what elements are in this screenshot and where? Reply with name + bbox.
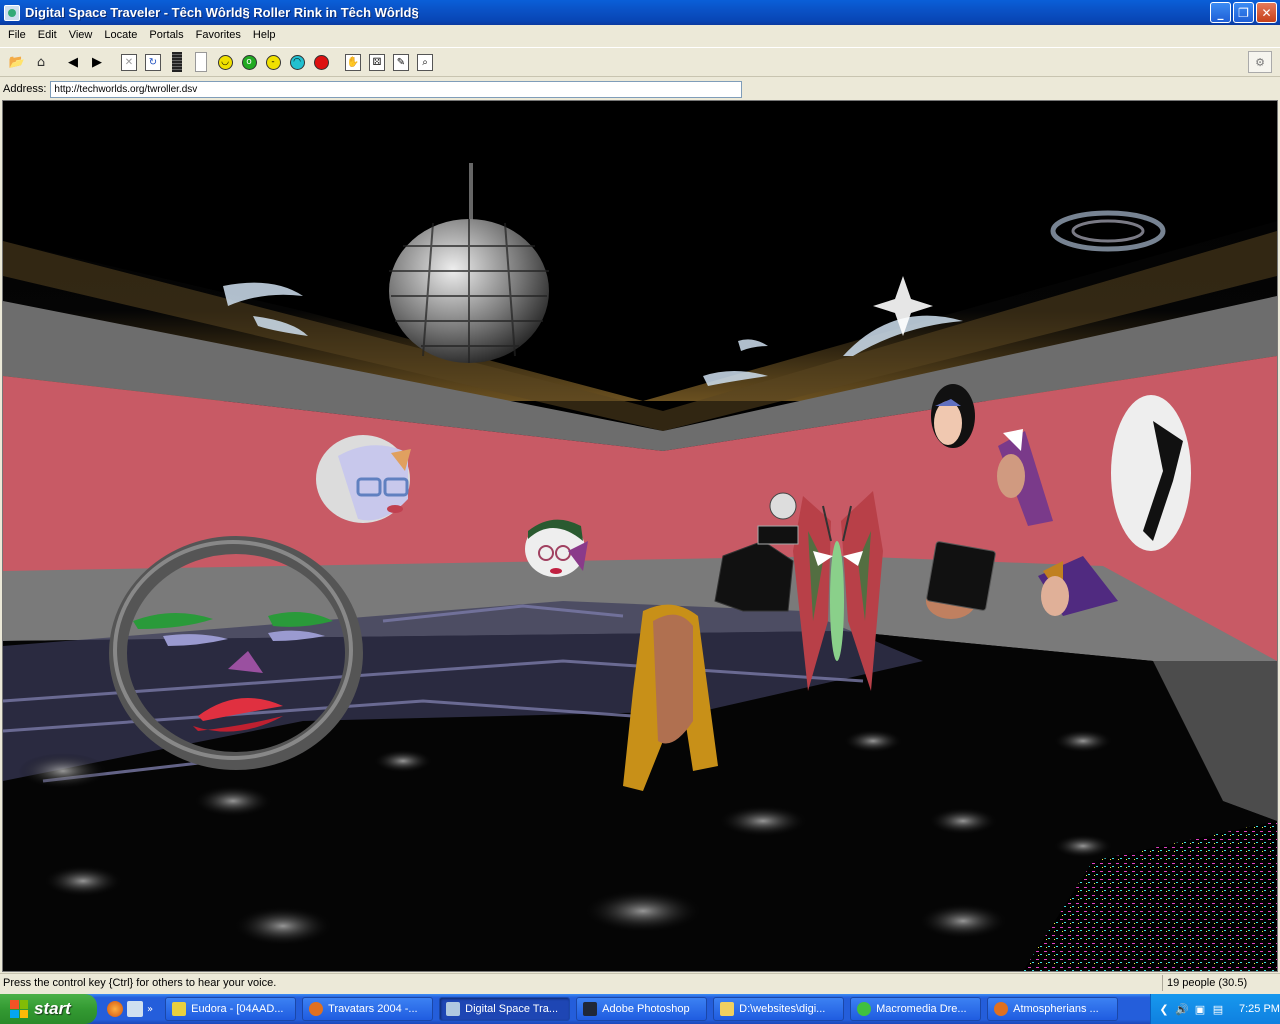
photoshop-icon bbox=[583, 1002, 598, 1016]
firefox-icon bbox=[309, 1002, 324, 1016]
neutral-face-icon[interactable]: - bbox=[262, 51, 284, 73]
firefox-icon bbox=[994, 1002, 1009, 1016]
task-eudora[interactable]: Eudora - [04AAD... bbox=[165, 997, 297, 1021]
world-scene bbox=[3, 101, 1277, 971]
system-tray: ❮ 🔊 ▣ ▤ 7:25 PM bbox=[1150, 994, 1280, 1024]
tray-expand-icon[interactable]: ❮ bbox=[1157, 1002, 1171, 1016]
task-dreamweaver[interactable]: Macromedia Dre... bbox=[850, 997, 982, 1021]
back-arrow-icon[interactable]: ◀ bbox=[62, 51, 84, 73]
avatar-head-mask bbox=[1111, 395, 1191, 551]
app-icon[interactable] bbox=[4, 4, 20, 21]
taskbar: start » Eudora - [04AAD... Travatars 200… bbox=[0, 994, 1280, 1024]
task-digital-space-traveler[interactable]: Digital Space Tra... bbox=[439, 997, 571, 1021]
clock[interactable]: 7:25 PM bbox=[1239, 1003, 1280, 1015]
maximize-button[interactable]: ❐ bbox=[1233, 2, 1254, 23]
disco-ball bbox=[389, 219, 549, 363]
network-icon[interactable]: ▣ bbox=[1193, 1002, 1207, 1016]
task-label: D:\websites\digi... bbox=[739, 1003, 826, 1015]
dreamweaver-icon bbox=[857, 1002, 872, 1016]
menu-help[interactable]: Help bbox=[247, 29, 282, 41]
close-button[interactable]: ✕ bbox=[1256, 2, 1277, 23]
task-label: Digital Space Tra... bbox=[465, 1003, 559, 1015]
toolbar-separator bbox=[54, 51, 60, 73]
menu-bar: File Edit View Locate Portals Favorites … bbox=[0, 25, 1280, 45]
menu-edit[interactable]: Edit bbox=[32, 29, 63, 41]
avatar-book bbox=[926, 541, 996, 619]
window-title: Digital Space Traveler - Têch Wôrld§ Rol… bbox=[25, 5, 419, 20]
people-count: 19 people (30.5) bbox=[1162, 975, 1280, 991]
volume-meter-icon[interactable] bbox=[166, 51, 188, 73]
menu-portals[interactable]: Portals bbox=[143, 29, 189, 41]
stop-icon[interactable]: ✕ bbox=[118, 51, 140, 73]
menu-file[interactable]: File bbox=[2, 29, 32, 41]
forward-arrow-icon[interactable]: ▶ bbox=[86, 51, 108, 73]
title-bar: Digital Space Traveler - Têch Wôrld§ Rol… bbox=[0, 0, 1280, 25]
dst-icon bbox=[446, 1002, 461, 1016]
surprised-face-icon[interactable]: o bbox=[238, 51, 260, 73]
start-button[interactable]: start bbox=[0, 994, 97, 1024]
windows-flag-icon bbox=[10, 1000, 28, 1018]
world-viewport[interactable] bbox=[2, 100, 1278, 972]
menu-locate[interactable]: Locate bbox=[98, 29, 143, 41]
search-people-icon[interactable]: ⌕ bbox=[414, 51, 436, 73]
blank-icon[interactable] bbox=[190, 51, 212, 73]
address-input[interactable] bbox=[50, 80, 743, 98]
task-label: Atmospherians ... bbox=[1013, 1003, 1099, 1015]
happy-face-icon[interactable]: ◡ bbox=[214, 51, 236, 73]
toolbar: 📂 ⌂ ◀ ▶ ✕ ↻ ◡ o - ◠ ✋ ⚄ ✎ ⌕ ⚙ bbox=[0, 47, 1280, 77]
display-icon[interactable]: ▤ bbox=[1211, 1002, 1225, 1016]
home-icon[interactable]: ⌂ bbox=[30, 51, 52, 73]
wave-gesture-icon[interactable]: ✋ bbox=[342, 51, 364, 73]
menu-view[interactable]: View bbox=[63, 29, 99, 41]
toolbar-separator bbox=[110, 51, 116, 73]
status-bar: Press the control key {Ctrl} for others … bbox=[0, 973, 1280, 992]
firefox-icon[interactable] bbox=[107, 1001, 123, 1017]
task-atmospherians[interactable]: Atmospherians ... bbox=[987, 997, 1119, 1021]
dice-icon[interactable]: ⚄ bbox=[366, 51, 388, 73]
task-photoshop[interactable]: Adobe Photoshop bbox=[576, 997, 708, 1021]
quick-launch: » bbox=[107, 1001, 153, 1017]
status-message: Press the control key {Ctrl} for others … bbox=[3, 977, 277, 989]
minimize-button[interactable]: _ bbox=[1210, 2, 1231, 23]
address-label: Address: bbox=[3, 83, 47, 95]
address-bar: Address: bbox=[0, 79, 1280, 99]
task-label: Adobe Photoshop bbox=[602, 1003, 690, 1015]
quick-launch-chevron-icon[interactable]: » bbox=[147, 1004, 153, 1015]
menu-favorites[interactable]: Favorites bbox=[190, 29, 247, 41]
refresh-icon[interactable]: ↻ bbox=[142, 51, 164, 73]
options-icon[interactable]: ⚙ bbox=[1248, 51, 1272, 73]
notes-icon[interactable]: ✎ bbox=[390, 51, 412, 73]
avatar-head-dark-hair bbox=[931, 384, 975, 448]
folder-icon bbox=[720, 1002, 735, 1016]
toolbar-separator bbox=[334, 51, 340, 73]
task-label: Eudora - [04AAD... bbox=[191, 1003, 284, 1015]
task-label: Travatars 2004 -... bbox=[328, 1003, 418, 1015]
sad-face-icon[interactable]: ◠ bbox=[286, 51, 308, 73]
red-stop-face-icon[interactable] bbox=[310, 51, 332, 73]
volume-icon[interactable]: 🔊 bbox=[1175, 1002, 1189, 1016]
open-folder-icon[interactable]: 📂 bbox=[6, 51, 28, 73]
task-travatars[interactable]: Travatars 2004 -... bbox=[302, 997, 434, 1021]
dst-quick-icon[interactable] bbox=[127, 1001, 143, 1017]
task-label: Macromedia Dre... bbox=[876, 1003, 967, 1015]
start-label: start bbox=[34, 999, 71, 1018]
eudora-icon bbox=[172, 1002, 187, 1016]
task-explorer-folder[interactable]: D:\websites\digi... bbox=[713, 997, 845, 1021]
